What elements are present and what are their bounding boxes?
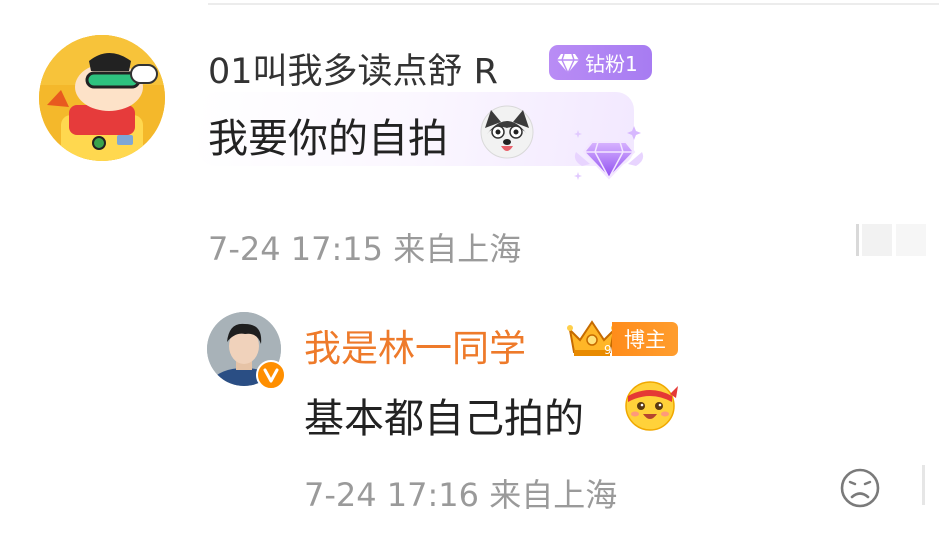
blogger-badge[interactable]: 9 博主 (564, 316, 678, 360)
comment-time: 17:15 (290, 230, 384, 268)
reply-time: 17:16 (386, 476, 480, 514)
reply-location: 来自上海 (489, 476, 618, 514)
fan-badge-label: 钻粉1 (585, 52, 638, 76)
blogger-badge-label: 博主 (612, 322, 678, 356)
verified-icon (256, 360, 286, 390)
like-icon[interactable] (856, 216, 928, 262)
diamond-fan-decoration-icon (574, 126, 644, 180)
reply-text: 基本都自己拍的 (304, 396, 584, 442)
dislike-icon[interactable] (839, 467, 881, 509)
headband-smile-emoji (625, 381, 678, 431)
blogger-username[interactable]: 我是林一同学 (304, 318, 526, 372)
reply-date: 7-24 (304, 476, 377, 514)
comment-date: 7-24 (208, 230, 281, 268)
comment-meta: 7-24 17:15 来自上海 (208, 224, 521, 270)
husky-emoji (480, 105, 534, 159)
commenter-avatar[interactable] (39, 35, 165, 161)
edge-divider (922, 465, 925, 505)
top-divider (208, 3, 939, 5)
comment-text: 我要你的自拍 (208, 116, 448, 162)
fan-level-badge[interactable]: 钻粉1 (549, 45, 652, 80)
svg-text:9: 9 (604, 343, 612, 357)
comment-location: 来自上海 (393, 230, 522, 268)
reply-meta: 7-24 17:16 来自上海 (304, 470, 617, 516)
diamond-icon (557, 53, 579, 74)
commenter-username[interactable]: 01叫我多读点舒 R (208, 43, 498, 94)
